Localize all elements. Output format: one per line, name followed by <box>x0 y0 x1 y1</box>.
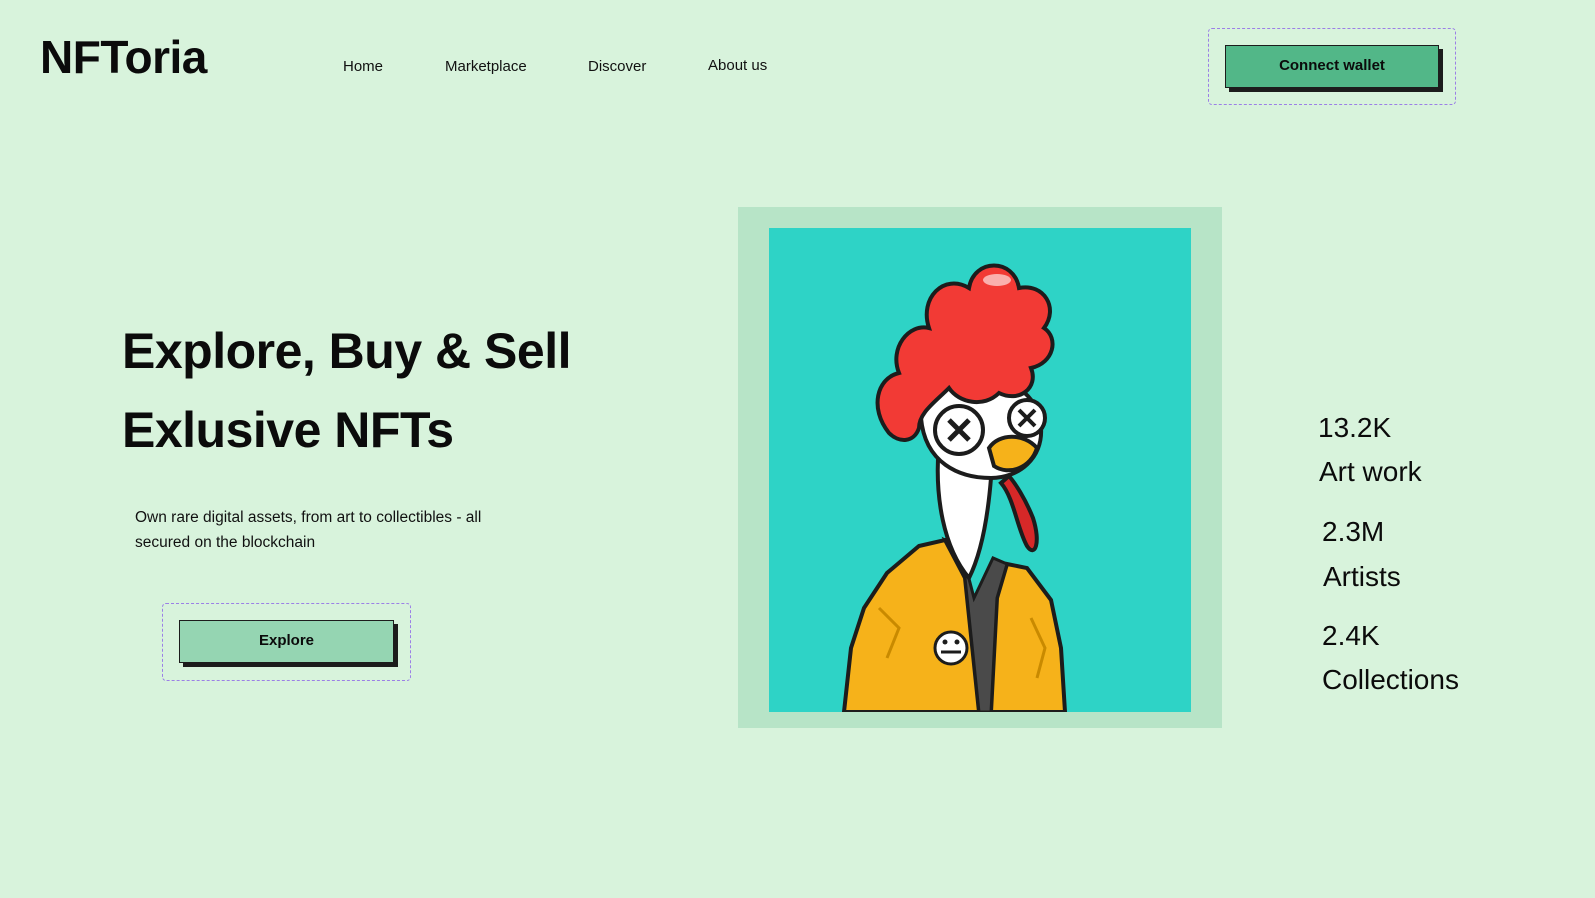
stat-collections-label: Collections <box>1322 664 1459 695</box>
hero-title-line-2: Exlusive NFTs <box>122 402 454 458</box>
nav-discover-link[interactable]: Discover <box>588 58 646 75</box>
hero-subtitle: Own rare digital assets, from art to col… <box>135 509 482 551</box>
featured-nft-card[interactable] <box>769 228 1191 712</box>
rooster-nft-illustration-icon <box>841 263 1068 712</box>
stat-artists-value: 2.3M <box>1322 516 1385 547</box>
stat-collections-value: 2.4K <box>1322 620 1380 651</box>
stat-artwork-value: 13.2K <box>1318 412 1392 443</box>
stat-artwork-label: Art work <box>1319 456 1422 487</box>
nav-about-us-link[interactable]: About us <box>708 57 767 74</box>
stat-artists-label: Artists <box>1323 561 1401 592</box>
nav-marketplace-link[interactable]: Marketplace <box>445 58 527 75</box>
hero-title-line-1: Explore, Buy & Sell <box>122 323 571 379</box>
explore-button[interactable]: Explore <box>179 620 394 663</box>
nav-home-link[interactable]: Home <box>343 58 383 75</box>
brand-logo[interactable]: NFToria <box>40 34 207 80</box>
connect-wallet-button[interactable]: Connect wallet <box>1225 45 1439 88</box>
